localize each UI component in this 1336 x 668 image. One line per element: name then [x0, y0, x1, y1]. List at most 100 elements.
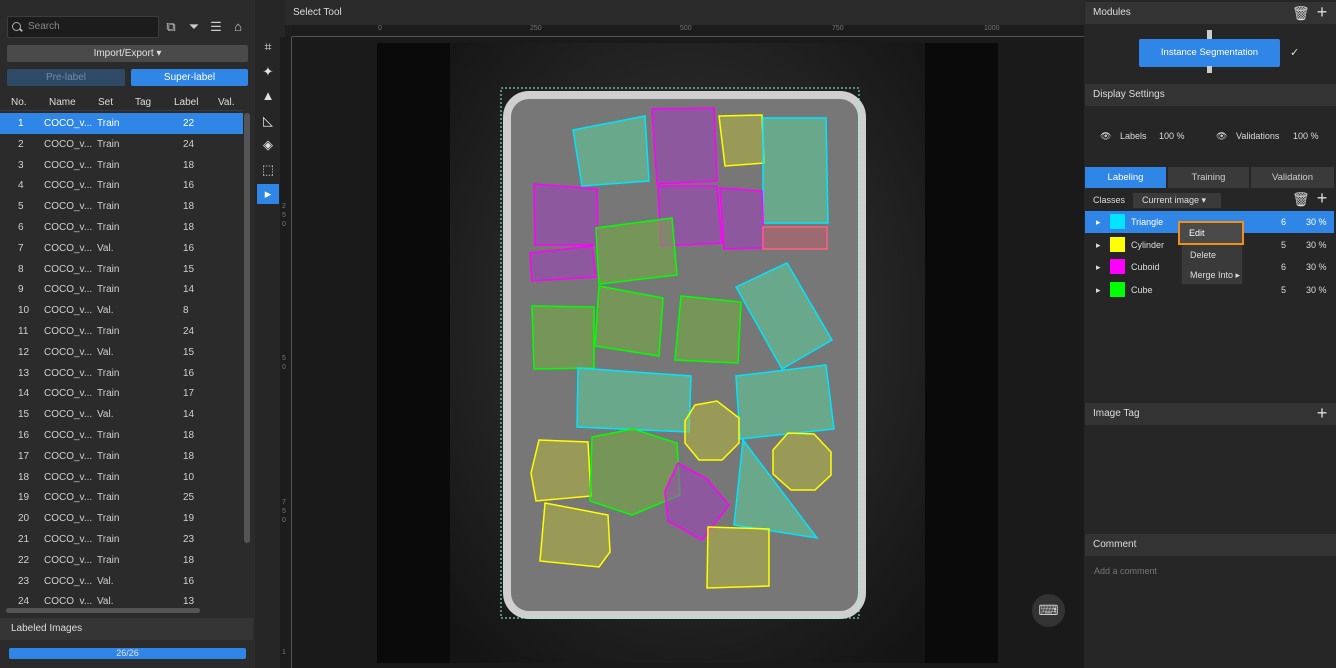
- table-row[interactable]: 9 COCO_v... Train 14: [0, 279, 243, 300]
- delete-class-icon[interactable]: 🗑: [1292, 191, 1310, 208]
- column-header-no[interactable]: No.: [11, 97, 27, 108]
- tab-labeling[interactable]: Labeling: [1085, 167, 1166, 188]
- table-row[interactable]: 20 COCO_v... Train 19: [0, 508, 243, 529]
- cell-no: 14: [18, 388, 30, 400]
- cell-no: 4: [18, 180, 24, 192]
- class-color-swatch[interactable]: [1110, 281, 1125, 297]
- expand-arrow-icon[interactable]: ▸: [1096, 262, 1101, 273]
- table-row[interactable]: 3 COCO_v... Train 18: [0, 155, 243, 176]
- labeled-progress-bar: 26/26: [9, 648, 246, 659]
- table-row[interactable]: 21 COCO_v... Train 23: [0, 529, 243, 550]
- table-row[interactable]: 23 COCO_v... Val. 16: [0, 571, 243, 592]
- labels-opacity[interactable]: 100 %: [1159, 131, 1185, 141]
- table-row[interactable]: 6 COCO_v... Train 18: [0, 217, 243, 238]
- eraser-tool-icon[interactable]: ◈: [257, 135, 279, 155]
- table-row[interactable]: 22 COCO_v... Train 18: [0, 550, 243, 571]
- expand-arrow-icon[interactable]: ▸: [1096, 240, 1101, 251]
- list-view-icon[interactable]: ☰: [208, 19, 224, 35]
- table-row[interactable]: 5 COCO_v... Train 18: [0, 196, 243, 217]
- instance-segmentation-module[interactable]: Instance Segmentation: [1139, 39, 1280, 67]
- image-settings-icon[interactable]: ⧉: [163, 19, 179, 35]
- table-row[interactable]: 11 COCO_v... Train 24: [0, 321, 243, 342]
- table-horizontal-scrollbar[interactable]: [6, 608, 200, 613]
- classes-label: Classes: [1093, 195, 1126, 205]
- column-header-val[interactable]: Val.: [218, 97, 235, 108]
- menu-item-delete[interactable]: Delete: [1182, 245, 1243, 265]
- tab-training[interactable]: Training: [1168, 167, 1249, 188]
- cell-set: Train: [97, 222, 120, 233]
- rect-select-tool-icon[interactable]: ⬚: [257, 160, 279, 180]
- eye-icon[interactable]: 👁: [1100, 131, 1111, 142]
- class-color-swatch[interactable]: [1110, 214, 1125, 229]
- cylinder-annotation: [718, 114, 765, 167]
- trash-icon[interactable]: 🗑: [1292, 5, 1310, 22]
- column-header-set[interactable]: Set: [98, 97, 113, 108]
- cell-set: Train: [97, 118, 120, 129]
- table-row[interactable]: 15 COCO_v... Val. 14: [0, 404, 243, 425]
- import-export-button[interactable]: Import/Export ▾: [7, 45, 248, 62]
- add-tag-icon[interactable]: +: [1313, 403, 1331, 424]
- plus-icon[interactable]: +: [1313, 2, 1331, 23]
- classes-filter-dropdown[interactable]: Current image ▾: [1133, 193, 1221, 208]
- canvas-title: Select Tool: [293, 7, 342, 18]
- cell-set: Train: [97, 159, 120, 171]
- table-row[interactable]: 14 COCO_v... Train 17: [0, 383, 243, 404]
- add-class-icon[interactable]: +: [1313, 188, 1331, 209]
- table-row[interactable]: 1 COCO_v... Train 22: [0, 113, 243, 134]
- cell-no: 8: [18, 263, 24, 275]
- table-row[interactable]: 4 COCO_v... Train 16: [0, 175, 243, 196]
- column-header-name[interactable]: Name: [49, 97, 76, 108]
- cell-name: COCO_v...: [44, 492, 93, 504]
- eye-icon[interactable]: 👁: [1216, 131, 1227, 142]
- stamp-tool-icon[interactable]: ▲: [257, 86, 279, 106]
- ruler-tick: 0: [282, 364, 286, 371]
- cell-set: Train: [97, 513, 120, 525]
- comment-input[interactable]: Add a comment: [1094, 566, 1157, 576]
- table-row[interactable]: 18 COCO_v... Train 10: [0, 467, 243, 488]
- cell-set: Train: [97, 263, 120, 275]
- gallery-view-icon[interactable]: ⌂: [230, 19, 246, 35]
- table-row[interactable]: 8 COCO_v... Train 15: [0, 259, 243, 280]
- filter-icon[interactable]: ⏷: [186, 19, 202, 35]
- labeled-image[interactable]: [377, 43, 998, 663]
- select-tool-icon[interactable]: ▸: [257, 184, 279, 204]
- table-row[interactable]: 16 COCO_v... Train 18: [0, 425, 243, 446]
- image-annotations: [450, 43, 925, 663]
- table-vertical-scrollbar[interactable]: [244, 113, 250, 543]
- magic-wand-tool-icon[interactable]: ✦: [257, 62, 279, 82]
- table-row[interactable]: 12 COCO_v... Val. 15: [0, 342, 243, 363]
- image-table-body: 1 COCO_v... Train 22 2 COCO_v... Train 24 3 COCO_…: [0, 113, 243, 605]
- table-row[interactable]: 17 COCO_v... Train 18: [0, 446, 243, 467]
- validations-opacity[interactable]: 100 %: [1293, 131, 1319, 141]
- cell-label: 18: [183, 201, 195, 213]
- table-row[interactable]: 19 COCO_v... Train 25: [0, 487, 243, 508]
- search-input[interactable]: Search: [7, 16, 159, 38]
- table-row[interactable]: 13 COCO_v... Train 16: [0, 363, 243, 384]
- keyboard-shortcuts-icon[interactable]: ⌨: [1032, 594, 1065, 627]
- menu-item-edit[interactable]: Edit: [1178, 221, 1244, 245]
- table-row[interactable]: 2 COCO_v... Train 24: [0, 134, 243, 155]
- module-connector: [1207, 66, 1212, 73]
- expand-arrow-icon[interactable]: ▸: [1096, 285, 1101, 296]
- table-row[interactable]: 7 COCO_v... Val. 16: [0, 238, 243, 259]
- cylinder-annotation: [706, 526, 770, 589]
- triangle-annotation: [576, 367, 692, 433]
- column-header-tag[interactable]: Tag: [135, 97, 151, 108]
- cuboid-annotation: [533, 183, 599, 246]
- menu-item-merge-into[interactable]: Merge Into ▸: [1182, 265, 1243, 285]
- expand-arrow-icon[interactable]: ▸: [1096, 217, 1101, 228]
- table-row[interactable]: 10 COCO_v... Val. 8: [0, 300, 243, 321]
- class-color-swatch[interactable]: [1110, 236, 1125, 252]
- pre-label-button[interactable]: Pre-label: [7, 69, 125, 86]
- table-row[interactable]: 24 COCO_v... Val. 13: [0, 591, 243, 605]
- tab-validation[interactable]: Validation: [1251, 167, 1334, 188]
- ruler-tick: 500: [680, 25, 692, 32]
- cell-no: 10: [18, 305, 30, 317]
- class-percent: 30 %: [1306, 217, 1327, 227]
- smart-polygon-tool-icon[interactable]: ◺: [257, 111, 279, 131]
- super-label-button[interactable]: Super-label: [131, 69, 248, 86]
- cell-set: Train: [97, 284, 120, 296]
- polygon-tool-icon[interactable]: ⌗: [257, 37, 279, 57]
- column-header-label[interactable]: Label: [174, 97, 198, 108]
- class-color-swatch[interactable]: [1110, 259, 1125, 274]
